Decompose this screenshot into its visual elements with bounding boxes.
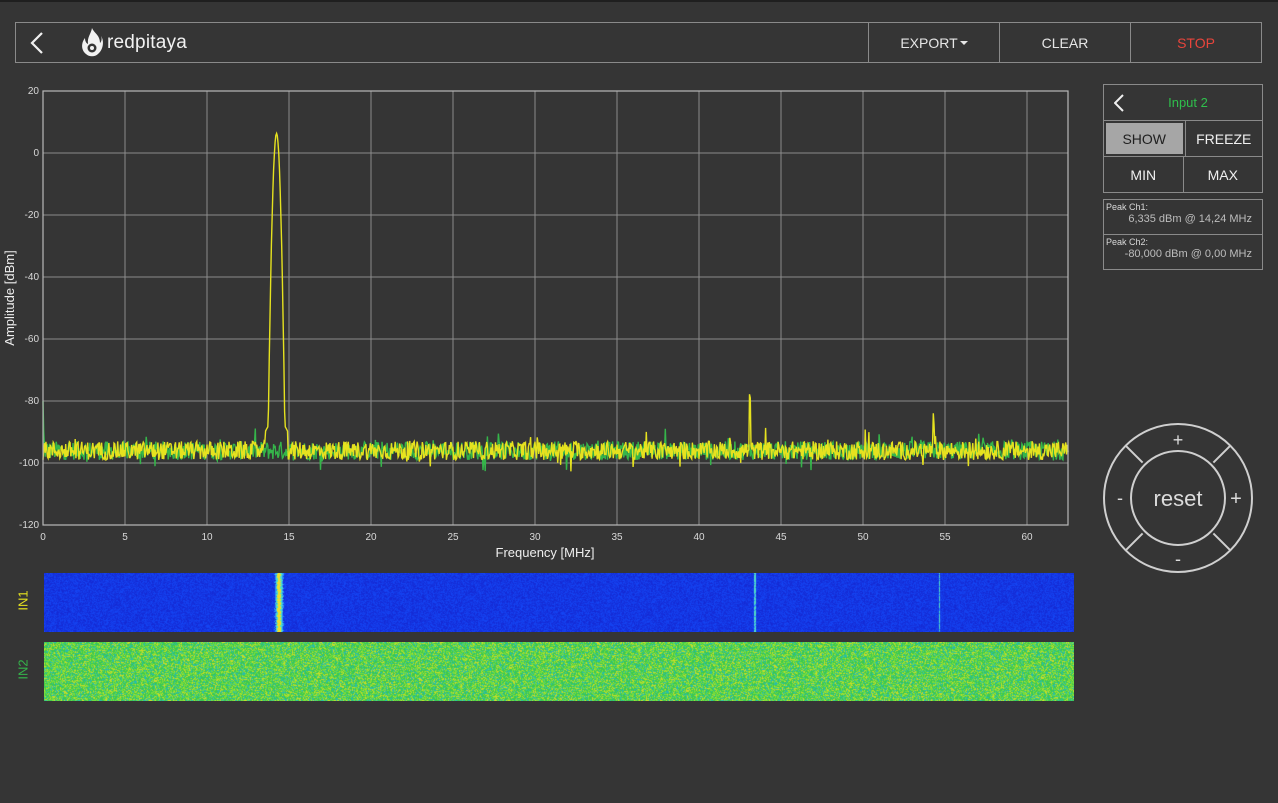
dpad-divider bbox=[1124, 532, 1144, 552]
x-tick-label: 35 bbox=[611, 532, 623, 543]
x-tick-label: 0 bbox=[40, 532, 46, 543]
export-label: EXPORT bbox=[900, 34, 958, 51]
y-tick-label: 0 bbox=[33, 148, 39, 159]
y-tick-label: 20 bbox=[28, 86, 40, 97]
x-tick-label: 10 bbox=[201, 532, 213, 543]
plus-right-label: + bbox=[1230, 488, 1242, 510]
clear-label: CLEAR bbox=[1041, 34, 1089, 51]
in2-label: IN2 bbox=[15, 659, 31, 680]
dpad-divider bbox=[1124, 444, 1144, 464]
x-tick-label: 45 bbox=[775, 532, 787, 543]
dpad-divider bbox=[1212, 532, 1232, 552]
min-button[interactable]: MIN bbox=[1104, 157, 1183, 192]
spectrum-chart[interactable]: 0 5 10 15 20 25 30 35 40 45 50 55 60 20 0 -20 -40 -60 -80 -… bbox=[0, 80, 1090, 570]
x-tick-label: 60 bbox=[1021, 532, 1033, 543]
plus-top-label: + bbox=[1173, 430, 1184, 450]
max-button[interactable]: MAX bbox=[1182, 157, 1263, 192]
y-tick-label: -120 bbox=[19, 520, 39, 531]
show-button[interactable]: SHOW bbox=[1106, 123, 1183, 154]
freeze-button[interactable]: FREEZE bbox=[1184, 121, 1263, 156]
x-tick-label: 55 bbox=[939, 532, 951, 543]
panel-row-min-max: MIN MAX bbox=[1104, 157, 1262, 192]
x-tick-label: 30 bbox=[529, 532, 541, 543]
dpad-divider bbox=[1212, 444, 1232, 464]
ch2-trace bbox=[42, 400, 1069, 472]
reset-label: reset bbox=[1154, 486, 1203, 511]
peak-readout: Peak Ch1: 6,335 dBm @ 14,24 MHz Peak Ch2… bbox=[1103, 199, 1263, 270]
y-tick-label: -80 bbox=[25, 396, 40, 407]
x-tick-label: 25 bbox=[447, 532, 459, 543]
chart-tick-labels: 0 5 10 15 20 25 30 35 40 45 50 55 60 20 0 -20 -40 -60 -80 -… bbox=[19, 86, 1033, 543]
caret-down-icon bbox=[959, 40, 968, 45]
header-spacer bbox=[187, 23, 868, 62]
x-tick-label: 20 bbox=[365, 532, 377, 543]
y-tick-label: -60 bbox=[25, 334, 40, 345]
header-bar: redpitaya EXPORT CLEAR STOP bbox=[15, 22, 1262, 63]
peak-ch1-value: 6,335 dBm @ 14,24 MHz bbox=[1128, 213, 1252, 225]
in2-waterfall bbox=[44, 642, 1074, 701]
ch1-trace bbox=[42, 131, 1069, 472]
window-top-border bbox=[0, 0, 1278, 2]
panel-title: Input 2 bbox=[1168, 95, 1208, 110]
y-tick-label: -20 bbox=[25, 210, 40, 221]
panel-header: Input 2 bbox=[1104, 85, 1262, 121]
stop-label: STOP bbox=[1177, 34, 1215, 51]
x-axis-title: Frequency [MHz] bbox=[496, 545, 595, 560]
minus-left-label: - bbox=[1117, 488, 1123, 508]
flame-logo-icon bbox=[82, 27, 103, 56]
logo-text: redpitaya bbox=[107, 31, 187, 53]
x-tick-label: 50 bbox=[857, 532, 869, 543]
in1-label: IN1 bbox=[15, 590, 31, 611]
peak-ch2-label: Peak Ch2: bbox=[1106, 237, 1149, 247]
peak-ch2: Peak Ch2: -80,000 dBm @ 0,00 MHz bbox=[1104, 234, 1262, 269]
chart-traces bbox=[42, 131, 1069, 472]
chevron-left-icon bbox=[30, 31, 43, 54]
peak-ch2-value: -80,000 dBm @ 0,00 MHz bbox=[1124, 248, 1252, 260]
plot-frame bbox=[42, 90, 1069, 526]
chevron-left-icon bbox=[1114, 93, 1124, 112]
x-tick-label: 5 bbox=[122, 532, 128, 543]
y-tick-label: -40 bbox=[25, 272, 40, 283]
export-button[interactable]: EXPORT bbox=[868, 23, 999, 62]
redpitaya-logo: redpitaya bbox=[80, 23, 187, 62]
x-tick-label: 40 bbox=[693, 532, 705, 543]
peak-ch1-label: Peak Ch1: bbox=[1106, 202, 1149, 212]
stop-button[interactable]: STOP bbox=[1130, 23, 1261, 62]
panel-back-button[interactable] bbox=[1104, 85, 1134, 120]
y-axis-title: Amplitude [dBm] bbox=[2, 250, 17, 345]
clear-button[interactable]: CLEAR bbox=[999, 23, 1130, 62]
peak-ch1: Peak Ch1: 6,335 dBm @ 14,24 MHz bbox=[1104, 200, 1262, 234]
y-tick-label: -100 bbox=[19, 458, 39, 469]
minus-bottom-label: - bbox=[1175, 549, 1181, 569]
x-tick-label: 15 bbox=[283, 532, 295, 543]
chart-grid bbox=[42, 90, 1068, 526]
input-settings-panel: Input 2 SHOW FREEZE MIN MAX bbox=[1103, 84, 1263, 193]
panel-row-show-freeze: SHOW FREEZE bbox=[1104, 121, 1262, 157]
zoom-dpad: + - - + reset bbox=[1103, 423, 1253, 573]
in1-waterfall bbox=[44, 573, 1074, 632]
back-button[interactable] bbox=[16, 23, 58, 62]
